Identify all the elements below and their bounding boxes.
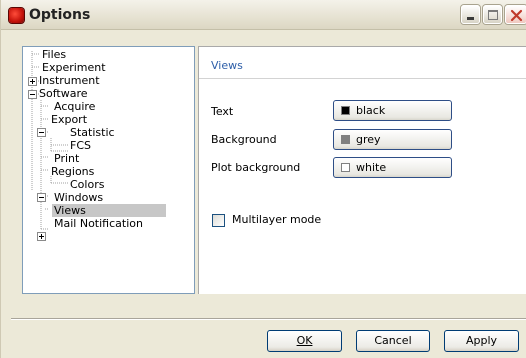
- app-icon: [9, 8, 24, 23]
- text-color-value: black: [356, 104, 386, 117]
- tree-item-regions[interactable]: Regions: [51, 165, 94, 178]
- tree-item-statistic[interactable]: Statistic: [70, 126, 115, 139]
- cancel-label: Cancel: [374, 334, 412, 347]
- plot-background-value: white: [356, 161, 387, 174]
- color-swatch: [341, 163, 350, 172]
- ok-button[interactable]: OK: [267, 330, 342, 352]
- text-color-label: Text: [211, 105, 234, 118]
- background-color-button[interactable]: grey: [333, 129, 452, 150]
- panel-title: Views: [211, 59, 243, 72]
- color-swatch: [341, 135, 350, 144]
- tree-item-mail-notification[interactable]: Mail Notification: [54, 217, 143, 230]
- panel-divider: [199, 78, 526, 79]
- multilayer-checkbox[interactable]: [212, 214, 225, 227]
- collapse-icon[interactable]: [28, 90, 37, 99]
- color-swatch: [341, 106, 350, 115]
- tree-item-export[interactable]: Export: [51, 113, 87, 126]
- multilayer-label: Multilayer mode: [232, 213, 322, 226]
- tree-item-files[interactable]: Files: [42, 48, 66, 61]
- tree-item-colors[interactable]: Colors: [70, 178, 104, 191]
- options-tree[interactable]: Files Experiment Instrument Software Acq…: [22, 46, 195, 294]
- collapse-icon[interactable]: [37, 128, 46, 137]
- tree-item-instrument[interactable]: Instrument: [39, 74, 100, 87]
- minimize-button[interactable]: [461, 5, 480, 24]
- apply-label: Apply: [465, 334, 498, 347]
- tree-item-experiment[interactable]: Experiment: [42, 61, 106, 74]
- background-color-value: grey: [356, 133, 381, 146]
- tree-item-windows[interactable]: Windows: [54, 191, 103, 204]
- tree-item-views[interactable]: Views: [52, 204, 166, 217]
- background-color-label: Background: [211, 133, 277, 146]
- plot-background-label: Plot background: [211, 161, 301, 174]
- button-separator: [11, 318, 526, 320]
- expand-icon[interactable]: [37, 232, 46, 241]
- expand-icon[interactable]: [28, 77, 37, 86]
- apply-button[interactable]: Apply: [444, 330, 519, 352]
- text-color-button[interactable]: black: [333, 100, 452, 121]
- ok-label: OK: [296, 334, 313, 347]
- options-window: Options Files Experiment Instrument Soft…: [0, 0, 526, 358]
- maximize-button[interactable]: [483, 5, 502, 24]
- cancel-button[interactable]: Cancel: [356, 330, 430, 352]
- title-bar[interactable]: Options: [1, 0, 526, 30]
- settings-panel: Views Text black Background grey Plot ba…: [198, 46, 526, 294]
- collapse-icon[interactable]: [37, 193, 46, 202]
- tree-item-print[interactable]: Print: [54, 152, 79, 165]
- close-button[interactable]: [505, 5, 526, 24]
- tree-item-software[interactable]: Software: [39, 87, 88, 100]
- window-title: Options: [29, 7, 91, 23]
- tree-item-acquire[interactable]: Acquire: [54, 100, 95, 113]
- close-icon: [510, 9, 523, 22]
- plot-background-button[interactable]: white: [333, 157, 452, 178]
- tree-item-fcs[interactable]: FCS: [70, 139, 91, 152]
